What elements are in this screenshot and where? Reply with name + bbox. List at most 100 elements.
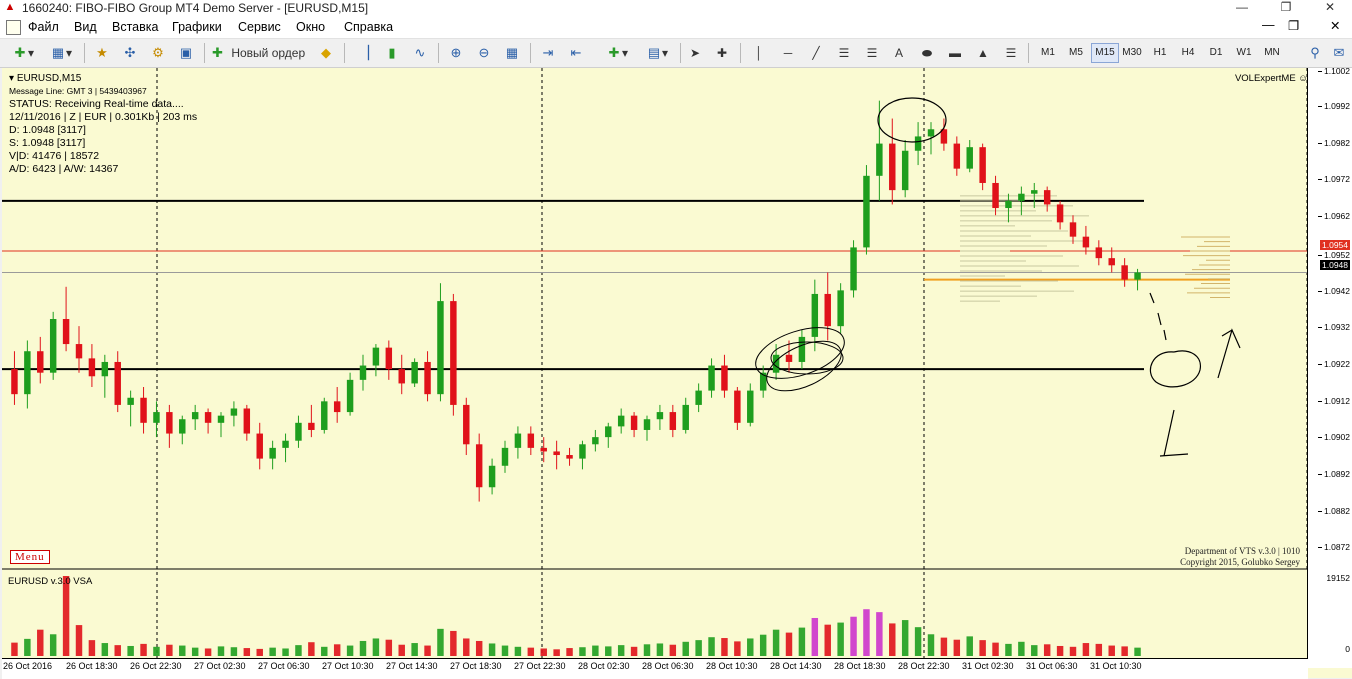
chart-shift-icon[interactable]: ⇥ [538, 43, 558, 63]
horizontal-line-icon[interactable]: ─ [778, 43, 798, 63]
terminal-icon[interactable]: ▣ [176, 43, 196, 63]
toolbar: ✚ ▾ ▦ ▾ ★ ✣ ⚙ ▣ ✚ Новый ордер ◆ ▕ ▮ ∿ ⊕ ⊖ … [0, 39, 1352, 68]
zoom-out-icon[interactable]: ⊖ [474, 43, 494, 63]
data-window-icon[interactable]: ⚙ [148, 43, 168, 63]
candle-body [785, 354, 793, 362]
profiles-icon[interactable]: ▦ ▾ [46, 43, 76, 63]
tf-m1[interactable]: M1 [1035, 44, 1061, 62]
line-chart-icon[interactable]: ∿ [410, 43, 430, 63]
menu-restore-icon[interactable]: ❐ [1288, 18, 1299, 33]
candle-body [1095, 247, 1103, 259]
candle-body [811, 293, 819, 337]
search-icon[interactable]: ⚲ [1306, 43, 1324, 63]
templates-icon[interactable]: ▤ ▾ [640, 43, 674, 63]
volume-bar [127, 645, 134, 656]
chat-icon[interactable]: ✉ [1330, 43, 1348, 63]
fibo-fan-icon[interactable]: ☰ [1000, 43, 1022, 63]
crosshair-icon[interactable]: ✚ [712, 43, 732, 63]
price-chart[interactable] [2, 68, 1308, 570]
candle-body [308, 422, 315, 430]
new-chart-icon[interactable]: ✚ ▾ [8, 43, 38, 63]
bar-chart-icon[interactable]: ▕ [354, 43, 374, 63]
time-label: 26 Oct 22:30 [130, 661, 182, 671]
menu-button[interactable]: Menu [10, 550, 50, 564]
menu-tools[interactable]: Сервис [238, 20, 281, 34]
tile-windows-icon[interactable]: ▦ [502, 43, 522, 63]
triangle-icon[interactable]: ▲ [972, 43, 994, 63]
volume-bar [747, 638, 754, 656]
volume-bar [269, 647, 276, 656]
tf-mn[interactable]: MN [1259, 44, 1285, 62]
menu-window[interactable]: Окно [296, 20, 325, 34]
time-axis[interactable]: 26 Oct 2016 26 Oct 18:30 26 Oct 22:30 27… [2, 658, 1308, 679]
candle-body [1056, 204, 1064, 223]
candle-body [217, 415, 225, 423]
volume-bar [463, 638, 470, 656]
candle-body [914, 136, 922, 151]
chart-window-icon[interactable] [6, 20, 21, 35]
candle-body [372, 347, 380, 366]
cursor-icon[interactable]: ➤ [686, 43, 704, 63]
menu-minimize-icon[interactable]: — [1262, 18, 1275, 32]
candle-body [501, 447, 509, 466]
candle-body [269, 447, 276, 459]
zoom-in-icon[interactable]: ⊕ [446, 43, 466, 63]
fibonacci-icon[interactable]: ☰ [862, 43, 882, 63]
candle-body [24, 351, 31, 395]
autotrading-icon[interactable]: ◆ [316, 43, 336, 63]
candle-body [695, 390, 702, 405]
chart-window[interactable]: ▾ EURUSD,M15 Message Line: GMT 3 | 54394… [2, 66, 1352, 679]
rectangle-icon[interactable]: ▬ [944, 43, 966, 63]
minimize-icon[interactable]: — [1220, 0, 1264, 16]
equidistant-channel-icon[interactable]: ☰ [834, 43, 854, 63]
navigator-icon[interactable]: ✣ [120, 43, 140, 63]
candle-body [1069, 222, 1077, 237]
candle-body [798, 336, 806, 362]
time-label: 28 Oct 06:30 [642, 661, 694, 671]
tf-w1[interactable]: W1 [1231, 44, 1257, 62]
menu-insert[interactable]: Вставка [112, 20, 158, 34]
autoscroll-icon[interactable]: ⇤ [566, 43, 586, 63]
time-label: 28 Oct 14:30 [770, 661, 822, 671]
time-label: 28 Oct 22:30 [898, 661, 950, 671]
menu-help[interactable]: Справка [344, 20, 393, 34]
new-order-button[interactable]: ✚ Новый ордер [212, 43, 312, 63]
volume-bar [759, 634, 767, 656]
candle-body [49, 319, 57, 373]
candle-body [592, 437, 599, 445]
tf-m15[interactable]: M15 [1091, 43, 1119, 63]
indicators-icon[interactable]: ✚ ▾ [600, 43, 634, 63]
time-label: 28 Oct 10:30 [706, 661, 758, 671]
volume-chart [11, 572, 1141, 658]
tf-h4[interactable]: H4 [1175, 44, 1201, 62]
candlestick-icon[interactable]: ▮ [382, 43, 402, 63]
candle-body [979, 147, 986, 183]
tf-m5[interactable]: M5 [1063, 44, 1089, 62]
price-axis[interactable]: 1.1002 1.0992 1.0982 1.0972 1.0962 1.095… [1307, 66, 1352, 668]
menu-file[interactable]: Файл [28, 20, 59, 34]
volume-bar [372, 638, 380, 656]
close-icon[interactable]: ✕ [1308, 0, 1352, 16]
candle-body [359, 365, 367, 380]
candle-body [579, 444, 586, 459]
candle-body [230, 408, 238, 416]
restore-icon[interactable]: ❐ [1264, 0, 1308, 16]
ellipse-icon[interactable]: ⬬ [916, 43, 938, 63]
tf-m30[interactable]: M30 [1119, 44, 1145, 62]
red-level-tag: 1.0954 [1320, 240, 1350, 250]
candle-body [630, 415, 638, 430]
text-icon[interactable]: A [890, 43, 908, 63]
vertical-line-icon[interactable]: │ [750, 43, 768, 63]
candle-body [127, 397, 134, 405]
trendline-icon[interactable]: ╱ [806, 43, 826, 63]
menu-charts[interactable]: Графики [172, 20, 222, 34]
tf-d1[interactable]: D1 [1203, 44, 1229, 62]
market-watch-icon[interactable]: ★ [92, 43, 112, 63]
menu-close-icon[interactable]: ✕ [1330, 18, 1340, 33]
volume-bar [682, 641, 689, 656]
menu-view[interactable]: Вид [74, 20, 97, 34]
volume-bar [1043, 644, 1051, 656]
tf-h1[interactable]: H1 [1147, 44, 1173, 62]
candle-body [605, 426, 612, 438]
candle-body [566, 455, 573, 459]
